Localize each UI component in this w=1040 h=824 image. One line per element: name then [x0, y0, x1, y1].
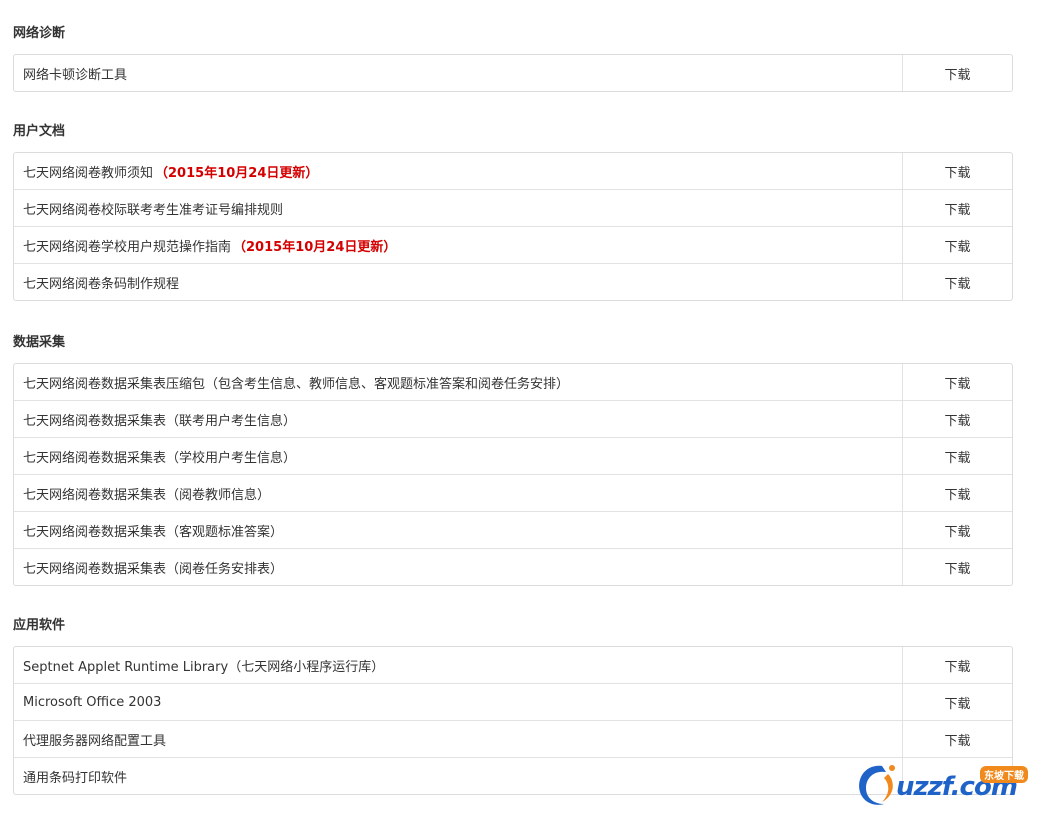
- table-row: 七天网络阅卷数据采集表（联考用户考生信息） 下载: [14, 400, 1012, 437]
- file-name: 七天网络阅卷教师须知 （2015年10月24日更新）: [14, 153, 902, 189]
- download-button[interactable]: 下载: [902, 190, 1012, 226]
- download-button[interactable]: 下载: [902, 512, 1012, 548]
- table-row: 七天网络阅卷数据采集表（学校用户考生信息） 下载: [14, 437, 1012, 474]
- table-row: 网络卡顿诊断工具 下载: [14, 55, 1012, 91]
- file-name-text: 七天网络阅卷校际联考考生准考证号编排规则: [23, 202, 284, 218]
- file-name: 七天网络阅卷校际联考考生准考证号编排规则: [14, 190, 902, 226]
- section-title: 数据采集: [13, 335, 66, 350]
- download-button[interactable]: 下载: [902, 55, 1012, 91]
- table-row: 七天网络阅卷数据采集表（阅卷教师信息） 下载: [14, 474, 1012, 511]
- download-button[interactable]: 下载: [902, 647, 1012, 683]
- download-button[interactable]: 下载: [902, 549, 1012, 585]
- file-name: 七天网络阅卷数据采集表（客观题标准答案）: [14, 512, 902, 548]
- section-user-docs: 用户文档 七天网络阅卷教师须知 （2015年10月24日更新） 下载 七天网络阅…: [13, 122, 1013, 301]
- site-watermark-logo: uzzf.com 东坡下载: [852, 760, 1036, 812]
- file-name-text: Microsoft Office 2003: [23, 694, 162, 710]
- file-name: 七天网络阅卷学校用户规范操作指南 （2015年10月24日更新）: [14, 227, 902, 263]
- section-data-collection: 数据采集 七天网络阅卷数据采集表压缩包（包含考生信息、教师信息、客观题标准答案和…: [13, 333, 1013, 586]
- download-button[interactable]: 下载: [902, 227, 1012, 263]
- table-row: 七天网络阅卷条码制作规程 下载: [14, 263, 1012, 300]
- table-row: 七天网络阅卷教师须知 （2015年10月24日更新） 下载: [14, 153, 1012, 189]
- update-note: （2015年10月24日更新）: [155, 165, 319, 181]
- file-name-text: 七天网络阅卷数据采集表压缩包（包含考生信息、教师信息、客观题标准答案和阅卷任务安…: [23, 376, 570, 392]
- table-row: 七天网络阅卷数据采集表（客观题标准答案） 下载: [14, 511, 1012, 548]
- table-row: 七天网络阅卷数据采集表压缩包（包含考生信息、教师信息、客观题标准答案和阅卷任务安…: [14, 364, 1012, 400]
- file-name-text: 七天网络阅卷条码制作规程: [23, 276, 180, 292]
- table-row: 七天网络阅卷学校用户规范操作指南 （2015年10月24日更新） 下载: [14, 226, 1012, 263]
- section-title: 用户文档: [13, 124, 66, 139]
- file-name-text: 七天网络阅卷教师须知: [23, 165, 154, 181]
- download-table: 网络卡顿诊断工具 下载: [13, 54, 1013, 92]
- file-name: 网络卡顿诊断工具: [14, 55, 902, 91]
- file-name-text: 代理服务器网络配置工具: [23, 733, 167, 749]
- table-row: Septnet Applet Runtime Library（七天网络小程序运行…: [14, 647, 1012, 683]
- download-button[interactable]: 下载: [902, 684, 1012, 720]
- table-row: 七天网络阅卷数据采集表（阅卷任务安排表） 下载: [14, 548, 1012, 585]
- file-name-text: 七天网络阅卷数据采集表（学校用户考生信息）: [23, 450, 297, 466]
- file-name: 七天网络阅卷数据采集表（阅卷教师信息）: [14, 475, 902, 511]
- file-name-text: 通用条码打印软件: [23, 770, 128, 786]
- download-button[interactable]: 下载: [902, 475, 1012, 511]
- file-name-text: 七天网络阅卷数据采集表（客观题标准答案）: [23, 524, 284, 540]
- download-button[interactable]: 下载: [902, 153, 1012, 189]
- download-button[interactable]: 下载: [902, 438, 1012, 474]
- download-button[interactable]: 下载: [902, 401, 1012, 437]
- section-title: 应用软件: [13, 618, 66, 633]
- download-button[interactable]: 下载: [902, 721, 1012, 757]
- section-network-diagnosis: 网络诊断 网络卡顿诊断工具 下载: [13, 24, 1013, 92]
- file-name: Septnet Applet Runtime Library（七天网络小程序运行…: [14, 647, 902, 683]
- file-name-text: 七天网络阅卷数据采集表（阅卷教师信息）: [23, 487, 271, 503]
- file-name-text: 七天网络阅卷数据采集表（阅卷任务安排表）: [23, 561, 284, 577]
- section-title: 网络诊断: [13, 26, 66, 41]
- watermark-badge: 东坡下载: [980, 766, 1028, 783]
- file-name-text: 七天网络阅卷学校用户规范操作指南: [23, 239, 232, 255]
- file-name: 七天网络阅卷数据采集表（学校用户考生信息）: [14, 438, 902, 474]
- table-row: 代理服务器网络配置工具 下载: [14, 720, 1012, 757]
- download-table: 七天网络阅卷教师须知 （2015年10月24日更新） 下载 七天网络阅卷校际联考…: [13, 152, 1013, 301]
- file-name-text: Septnet Applet Runtime Library（七天网络小程序运行…: [23, 659, 385, 675]
- file-name: 七天网络阅卷条码制作规程: [14, 264, 902, 300]
- download-button[interactable]: 下载: [902, 364, 1012, 400]
- file-name-text: 网络卡顿诊断工具: [23, 67, 128, 83]
- file-name: 七天网络阅卷数据采集表（联考用户考生信息）: [14, 401, 902, 437]
- file-name: 七天网络阅卷数据采集表（阅卷任务安排表）: [14, 549, 902, 585]
- table-row: Microsoft Office 2003 下载: [14, 683, 1012, 720]
- file-name: Microsoft Office 2003: [14, 684, 902, 720]
- file-name: 代理服务器网络配置工具: [14, 721, 902, 757]
- download-table: 七天网络阅卷数据采集表压缩包（包含考生信息、教师信息、客观题标准答案和阅卷任务安…: [13, 363, 1013, 586]
- file-name: 通用条码打印软件: [14, 758, 902, 794]
- table-row: 七天网络阅卷校际联考考生准考证号编排规则 下载: [14, 189, 1012, 226]
- download-button[interactable]: 下载: [902, 264, 1012, 300]
- download-page: 网络诊断 网络卡顿诊断工具 下载 用户文档 七天网络阅卷教师须知 （2015年1…: [0, 0, 1040, 824]
- update-note: （2015年10月24日更新）: [233, 239, 397, 255]
- file-name: 七天网络阅卷数据采集表压缩包（包含考生信息、教师信息、客观题标准答案和阅卷任务安…: [14, 364, 902, 400]
- swirl-logo-icon: [859, 765, 895, 805]
- file-name-text: 七天网络阅卷数据采集表（联考用户考生信息）: [23, 413, 297, 429]
